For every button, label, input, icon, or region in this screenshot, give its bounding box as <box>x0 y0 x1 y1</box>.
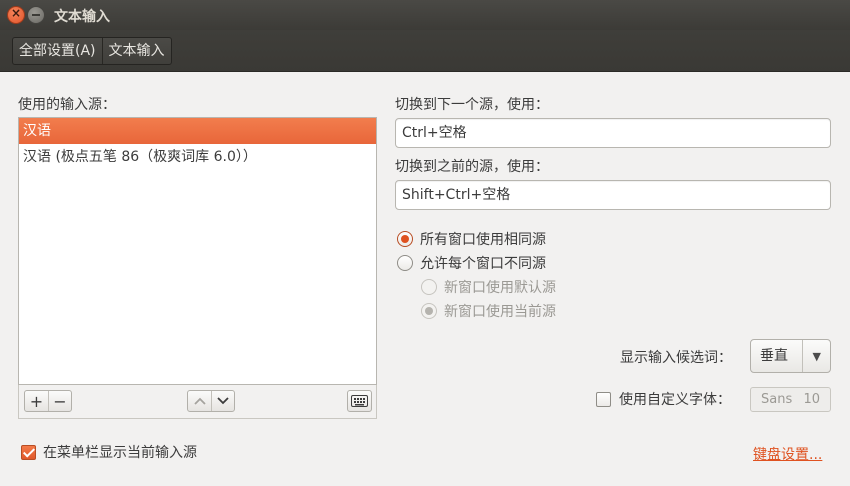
input-sources-list[interactable]: 汉语 汉语 (极点五笔 86（极爽词库 6.0）） <box>18 117 377 385</box>
remove-source-button[interactable]: − <box>48 391 71 411</box>
toolbar: 全部设置(A) 文本输入 <box>0 30 850 72</box>
radio-indicator[interactable] <box>397 231 413 247</box>
list-item[interactable]: 汉语 (极点五笔 86（极爽词库 6.0）） <box>19 144 376 170</box>
font-name: Sans <box>761 392 793 407</box>
next-source-shortcut-field[interactable]: Ctrl+空格 <box>395 118 831 148</box>
title-bar: × 文本输入 <box>0 0 850 30</box>
radio-same-source[interactable]: 所有窗口使用相同源 <box>397 228 546 250</box>
close-window-button[interactable]: × <box>7 6 25 24</box>
text-entry-breadcrumb[interactable]: 文本输入 <box>101 38 171 64</box>
chevron-down-icon <box>217 397 229 405</box>
radio-label: 新窗口使用当前源 <box>444 304 556 320</box>
radio-indicator <box>421 303 437 319</box>
radio-new-window-default: 新窗口使用默认源 <box>421 276 556 298</box>
move-down-button[interactable] <box>211 391 234 411</box>
prev-source-label: 切换到之前的源，使用： <box>395 159 549 175</box>
add-source-button[interactable]: + <box>25 391 48 411</box>
prev-source-shortcut-field[interactable]: Shift+Ctrl+空格 <box>395 180 831 210</box>
input-sources-toolbar: + − <box>18 385 377 419</box>
move-up-button[interactable] <box>188 391 211 411</box>
custom-font-label: 使用自定义字体： <box>619 392 731 408</box>
font-size: 10 <box>803 392 820 407</box>
radio-indicator <box>421 279 437 295</box>
radio-label: 新窗口使用默认源 <box>444 280 556 296</box>
candidates-label: 显示输入候选词： <box>620 350 732 366</box>
candidates-orientation-select[interactable]: 垂直 ▼ <box>750 339 831 373</box>
radio-per-window-source[interactable]: 允许每个窗口不同源 <box>397 252 546 274</box>
show-in-menubar-checkbox[interactable] <box>21 444 36 460</box>
add-remove-group: + − <box>24 390 72 412</box>
show-in-menubar-label: 在菜单栏显示当前输入源 <box>43 445 197 461</box>
breadcrumb: 全部设置(A) 文本输入 <box>12 37 172 65</box>
show-in-menubar-row[interactable]: 在菜单栏显示当前输入源 <box>21 441 197 463</box>
input-sources-label: 使用的输入源： <box>18 97 116 113</box>
radio-indicator[interactable] <box>397 255 413 271</box>
list-item[interactable]: 汉语 <box>19 118 376 144</box>
reorder-group <box>187 390 235 412</box>
radio-label: 所有窗口使用相同源 <box>420 232 546 248</box>
all-settings-button[interactable]: 全部设置(A) <box>13 38 102 64</box>
next-source-label: 切换到下一个源，使用： <box>395 97 549 113</box>
minimize-window-button[interactable] <box>27 6 45 24</box>
close-icon: × <box>10 6 22 20</box>
custom-font-checkbox[interactable] <box>596 391 611 407</box>
keyboard-layout-group <box>347 390 372 412</box>
radio-label: 允许每个窗口不同源 <box>420 256 546 272</box>
minimize-icon <box>32 14 40 16</box>
keyboard-layout-button[interactable] <box>348 391 371 411</box>
chevron-up-icon <box>193 397 206 405</box>
candidates-selected-value: 垂直 <box>760 348 788 364</box>
radio-new-window-current: 新窗口使用当前源 <box>421 300 556 322</box>
keyboard-icon <box>351 395 368 407</box>
font-chooser-button: Sans 10 <box>750 387 831 412</box>
chevron-down-icon: ▼ <box>802 340 830 372</box>
window-title: 文本输入 <box>54 9 110 25</box>
keyboard-settings-link[interactable]: 键盘设置... <box>753 444 822 464</box>
custom-font-checkbox-row[interactable]: 使用自定义字体： <box>596 388 731 410</box>
